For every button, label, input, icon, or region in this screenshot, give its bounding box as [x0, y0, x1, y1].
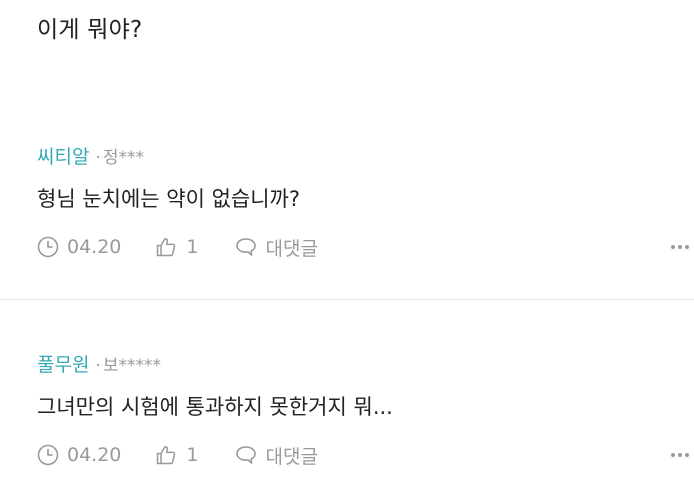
- dot: [671, 245, 675, 249]
- date-text: 04.20: [67, 444, 122, 466]
- comment-actions: 04.20 1 대댓글: [37, 440, 694, 470]
- meta-separator: ·: [95, 356, 101, 376]
- post-text: 이게 뭐야?: [37, 17, 143, 43]
- dot: [685, 453, 689, 457]
- speech-bubble-icon: [235, 238, 256, 256]
- meta-separator: ·: [95, 148, 101, 168]
- comment-divider: [0, 299, 694, 300]
- thumbs-up-icon: [157, 446, 176, 465]
- reply-label: 대댓글: [265, 445, 318, 468]
- comment-date: 04.20: [37, 236, 121, 258]
- speech-bubble-icon: [235, 446, 256, 464]
- comment-nickname[interactable]: 씨티알: [37, 146, 89, 168]
- date-text: 04.20: [67, 236, 122, 258]
- clock-icon: [37, 444, 59, 466]
- dot: [678, 453, 682, 457]
- dot: [678, 245, 682, 249]
- dot: [671, 453, 675, 457]
- reply-button[interactable]: 대댓글: [234, 442, 318, 469]
- clock-icon: [37, 236, 59, 258]
- reply-button[interactable]: 대댓글: [234, 234, 318, 261]
- dot: [685, 245, 689, 249]
- thumbs-up-icon: [157, 238, 176, 257]
- comment-actions: 04.20 1 대댓글: [37, 232, 694, 262]
- reply-label: 대댓글: [265, 237, 318, 260]
- comment-body: 형님 눈치에는 약이 없습니까?: [37, 187, 301, 211]
- comment-date: 04.20: [37, 444, 121, 466]
- like-count: 1: [186, 444, 199, 466]
- comment-nickname[interactable]: 풀무원: [37, 354, 89, 376]
- comment-user-id: 정***: [102, 148, 144, 168]
- like-button[interactable]: 1: [155, 444, 199, 466]
- more-options-icon[interactable]: [668, 235, 692, 259]
- comment-body: 그녀만의 시험에 통과하지 못한거지 뭐...: [37, 395, 393, 419]
- like-button[interactable]: 1: [155, 236, 199, 258]
- comment-meta: 씨티알 · 정***: [37, 142, 144, 172]
- comment-user-id: 보*****: [102, 356, 161, 376]
- more-options-icon[interactable]: [668, 443, 692, 467]
- comment-meta: 풀무원 · 보*****: [37, 350, 161, 380]
- like-count: 1: [186, 236, 199, 258]
